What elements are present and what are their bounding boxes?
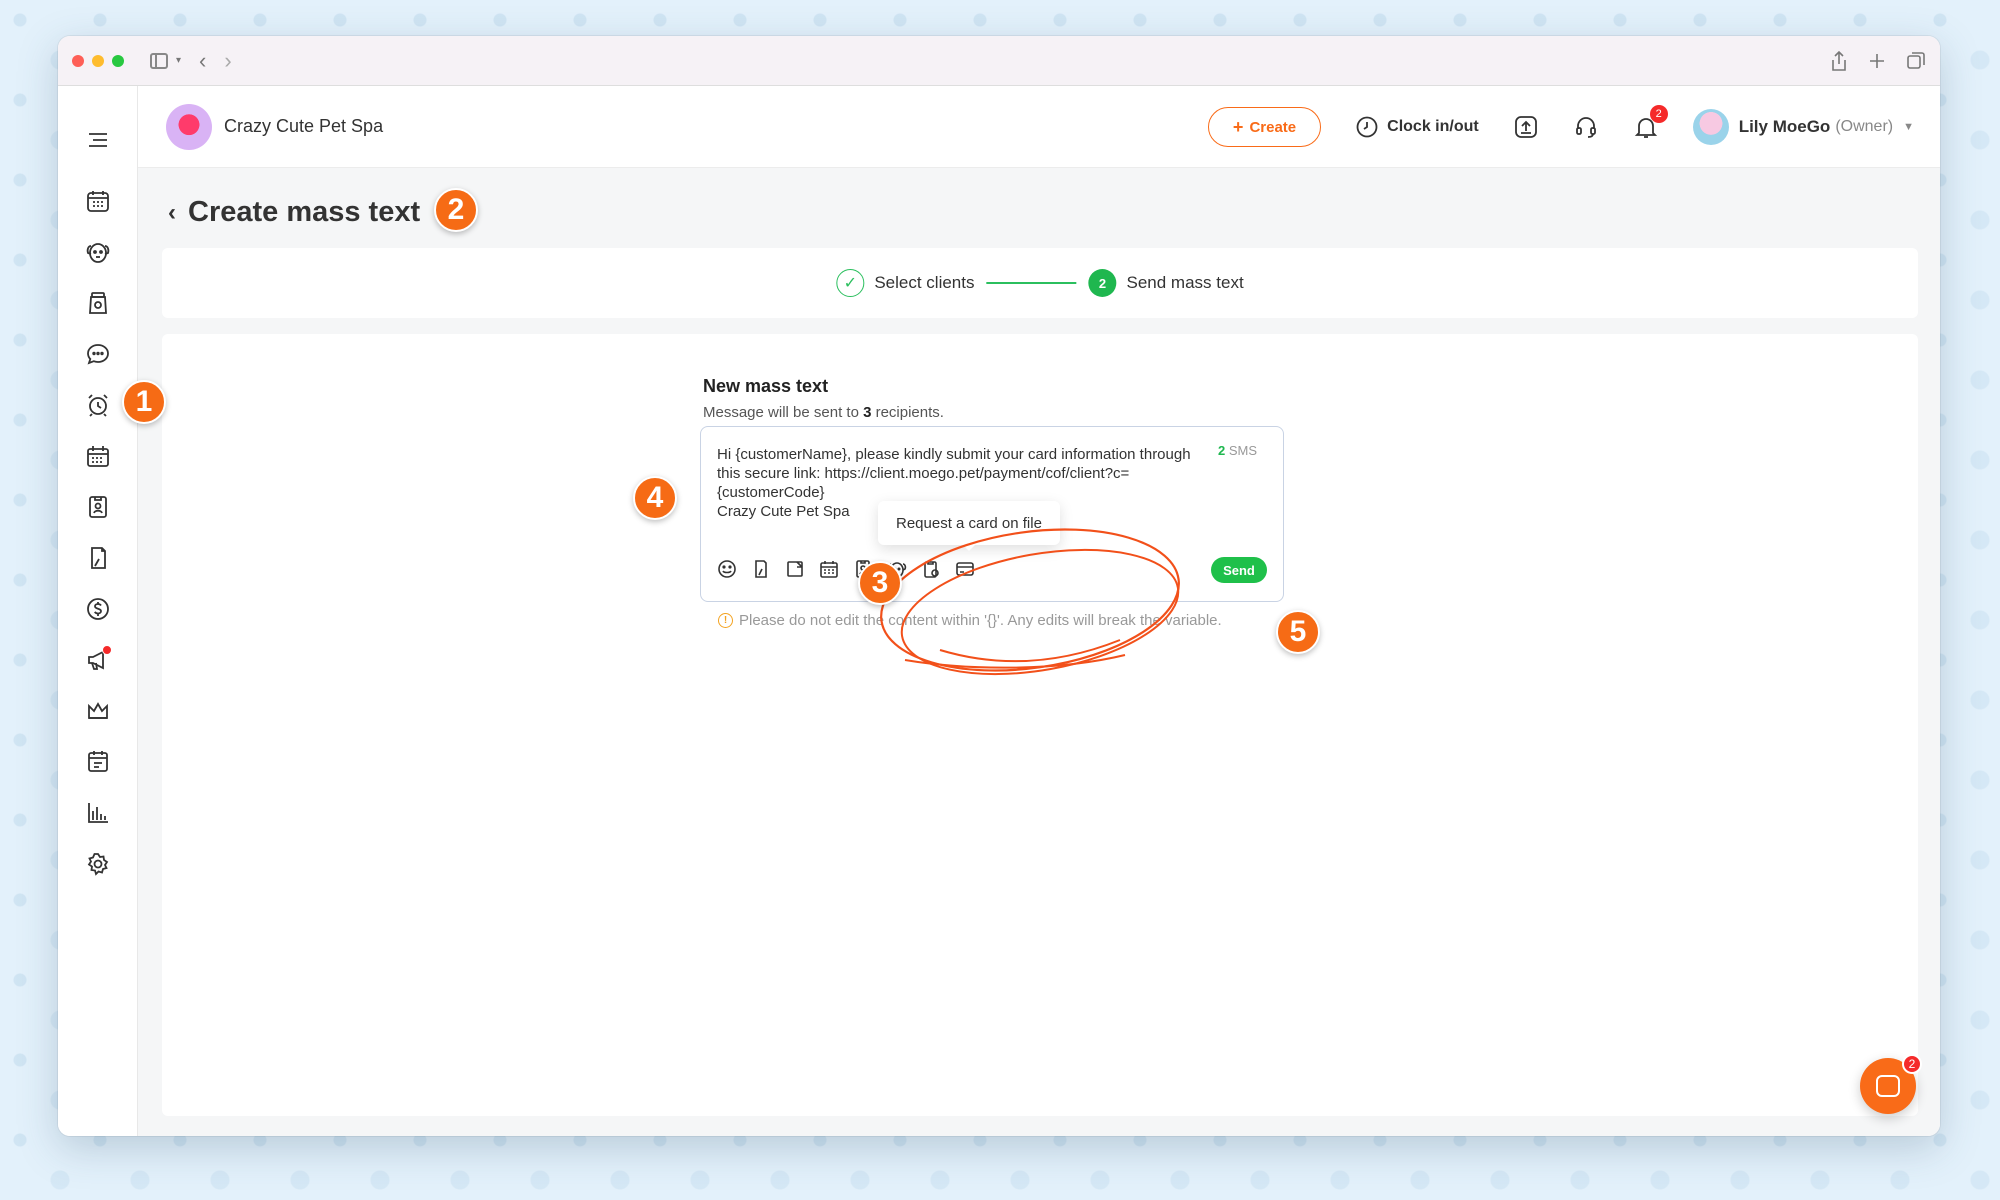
- browser-window: ▾ ‹ › Crazy Cute Pet Spa + Create Clock …: [58, 36, 1940, 1136]
- send-button[interactable]: Send: [1211, 557, 1267, 583]
- marketing-notification-dot: [102, 645, 112, 655]
- new-tab-icon[interactable]: [1868, 52, 1886, 70]
- tab-overview-icon[interactable]: [1906, 51, 1926, 71]
- emoji-icon[interactable]: [717, 559, 737, 579]
- warning-icon: !: [718, 613, 733, 628]
- annotation-badge-5: 5: [1276, 610, 1320, 654]
- message-icon[interactable]: [78, 334, 118, 374]
- annotation-badge-2: 2: [434, 188, 478, 232]
- business-name[interactable]: Crazy Cute Pet Spa: [224, 116, 383, 137]
- sidebar: [58, 86, 138, 1136]
- check-icon: ✓: [836, 269, 865, 297]
- calendar-icon[interactable]: [78, 181, 118, 221]
- agreement-icon[interactable]: [78, 538, 118, 578]
- sms-count-label: SMS: [1225, 443, 1257, 458]
- note-icon[interactable]: [785, 559, 805, 579]
- marketing-icon[interactable]: [78, 640, 118, 680]
- agreement-icon[interactable]: [751, 559, 771, 579]
- recipients-prefix: Message will be sent to: [703, 404, 864, 421]
- upload-icon[interactable]: [1513, 114, 1539, 140]
- settings-icon[interactable]: [78, 844, 118, 884]
- annotation-badge-1: 1: [122, 380, 166, 424]
- plus-icon: +: [1232, 116, 1244, 137]
- step-send-mass-text: Send mass text: [1126, 273, 1244, 292]
- online-booking-icon[interactable]: [78, 742, 118, 782]
- payment-icon[interactable]: [78, 589, 118, 629]
- stepper-card: ✓ Select clients 2 Send mass text: [162, 248, 1918, 318]
- support-headset-icon[interactable]: [1573, 114, 1599, 140]
- clock-in-out-button[interactable]: Clock in/out: [1355, 115, 1479, 139]
- reminder-icon[interactable]: [78, 385, 118, 425]
- notification-bell-icon[interactable]: 2: [1633, 105, 1668, 140]
- client-card-icon[interactable]: [78, 487, 118, 527]
- compose-title: New mass text: [703, 376, 829, 396]
- app-header: Crazy Cute Pet Spa + Create Clock in/out…: [138, 86, 1940, 168]
- stepper: ✓ Select clients 2 Send mass text: [836, 248, 1244, 318]
- variable-warning: ! Please do not edit the content within …: [718, 612, 1222, 629]
- sidebar-toggle-icon[interactable]: [150, 52, 168, 69]
- chat-support-button[interactable]: 2: [1860, 1054, 1922, 1114]
- business-logo: [166, 103, 212, 150]
- compose-card: New mass text Message will be sent to 3 …: [162, 334, 1918, 1116]
- page-title-text: Create mass text: [188, 196, 421, 228]
- create-button[interactable]: + Create: [1207, 107, 1322, 147]
- forward-arrow-icon[interactable]: ›: [224, 48, 231, 74]
- back-chevron-icon[interactable]: ‹: [168, 199, 176, 227]
- chevron-down-icon[interactable]: ▼: [1903, 121, 1914, 133]
- clock-icon: [1356, 116, 1378, 138]
- share-icon[interactable]: [1830, 50, 1848, 72]
- user-name[interactable]: Lily MoeGo: [1739, 117, 1831, 137]
- zoom-window-button[interactable]: [112, 54, 124, 67]
- sms-counter: 2 SMS: [1218, 443, 1257, 458]
- appointment-icon[interactable]: [819, 559, 839, 579]
- page-title: ‹ Create mass text: [168, 196, 420, 229]
- booking-icon[interactable]: [78, 436, 118, 476]
- pets-icon[interactable]: [78, 232, 118, 272]
- clock-in-out-label: Clock in/out: [1387, 118, 1479, 135]
- recipients-suffix: recipients.: [871, 404, 944, 421]
- minimize-window-button[interactable]: [92, 54, 104, 67]
- menu-icon[interactable]: [78, 120, 118, 160]
- retail-icon[interactable]: [78, 283, 118, 323]
- chat-badge: 2: [1902, 1054, 1922, 1074]
- browser-toolbar: ▾ ‹ ›: [58, 36, 1940, 86]
- annotation-badge-3: 3: [858, 561, 902, 605]
- intake-form-icon[interactable]: [921, 559, 941, 579]
- membership-icon[interactable]: [78, 691, 118, 731]
- step-select-clients[interactable]: Select clients: [874, 273, 974, 293]
- chevron-down-icon[interactable]: ▾: [176, 55, 181, 66]
- main-content: ‹ Create mass text ✓ Select clients 2 Se…: [138, 168, 1940, 1136]
- create-button-label: Create: [1249, 118, 1297, 136]
- notification-badge: 2: [1649, 105, 1668, 123]
- composer-toolbar: [717, 559, 975, 579]
- chat-bubble-icon: [1876, 1075, 1900, 1097]
- recipients-text: Message will be sent to 3 recipients.: [703, 404, 944, 421]
- step-number-badge: 2: [1088, 269, 1117, 297]
- back-arrow-icon[interactable]: ‹: [199, 48, 206, 74]
- close-window-button[interactable]: [72, 54, 84, 67]
- card-on-file-icon[interactable]: [955, 559, 975, 579]
- step-connector: [986, 282, 1077, 284]
- annotation-badge-4: 4: [633, 476, 677, 520]
- reports-icon[interactable]: [78, 793, 118, 833]
- card-on-file-tooltip: Request a card on file: [878, 501, 1060, 551]
- user-role: (Owner): [1835, 118, 1894, 135]
- avatar[interactable]: [1692, 109, 1729, 145]
- warning-text: Please do not edit the content within '{…: [739, 612, 1222, 629]
